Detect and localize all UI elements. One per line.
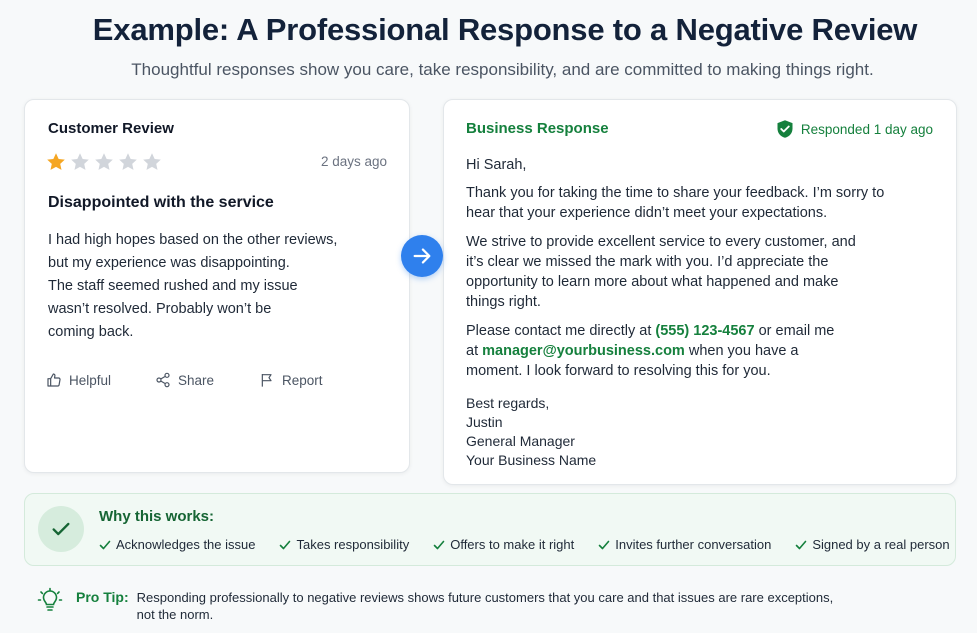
star-icon [143,153,161,170]
responded-status: Responded 1 day ago [800,121,933,137]
why-item: Invites further conversation [598,537,771,552]
phone-link[interactable]: (555) 123-4567 [655,323,754,339]
star-icon [119,153,137,170]
why-this-works-panel: Why this works: Acknowledges the issue T… [24,493,956,566]
star-rating [45,151,163,173]
page-title: Example: A Professional Response to a Ne… [92,12,918,47]
page-subtitle: Thoughtful responses show you care, take… [131,60,874,79]
flag-icon [261,374,272,387]
why-item-label: Takes responsibility [296,537,410,552]
review-title: Disappointed with the service [48,194,274,211]
signoff-text: Best regards, [466,395,550,411]
response-greeting: Hi Sarah, [466,157,527,173]
why-item: Offers to make it right [433,537,574,552]
check-icon [99,540,111,549]
response-paragraph-1: Thank you for taking the time to share y… [466,185,885,221]
why-item: Acknowledges the issue [99,537,255,552]
report-label: Report [282,372,323,388]
response-contact: Please contact me directly at (555) 123-… [466,321,836,381]
response-paragraph-2: We strive to provide excellent service t… [466,234,856,310]
lightbulb-icon [37,587,63,611]
arrow-right-button[interactable] [401,235,443,277]
business-name: Your Business Name [466,452,597,468]
business-response-card: Business Response Responded 1 day ago Hi… [443,99,957,485]
why-item-label: Invites further conversation [615,537,772,552]
report-button[interactable]: Report [259,372,323,388]
why-item: Takes responsibility [279,537,409,552]
customer-review-card: Customer Review 2 days ago Disappointed … [24,99,410,473]
protip-text: Responding professionally to negative re… [136,590,834,622]
review-timestamp: 2 days ago [320,154,387,169]
check-icon [796,540,807,549]
why-item-label: Acknowledges the issue [116,537,256,552]
protip-label: Pro Tip: [76,589,129,605]
why-items: Acknowledges the issue Takes responsibil… [99,537,950,552]
helpful-label: Helpful [69,372,112,388]
why-item-label: Offers to make it right [450,537,575,552]
star-icon [47,153,65,170]
star-icon [95,153,113,170]
check-icon [280,540,291,549]
signer-role: General Manager [466,433,575,449]
share-button[interactable]: Share [155,372,259,388]
response-card-label: Business Response [466,120,609,137]
star-icon [71,153,89,170]
review-body: I had high hopes based on the other revi… [48,232,338,340]
why-item: Signed by a real person [795,537,950,552]
responded-badge: Responded 1 day ago [775,119,933,139]
check-icon [433,540,445,549]
email-link[interactable]: manager@yourbusiness.com [482,343,685,359]
helpful-button[interactable]: Helpful [46,372,155,388]
share-label: Share [178,372,215,388]
signer-name: Justin [466,414,503,430]
arrow-right-icon [413,248,431,264]
why-title: Why this works: [99,508,215,525]
share-icon [156,372,170,388]
check-circle-icon [38,506,84,552]
review-card-label: Customer Review [48,120,174,137]
contact-text-1: Please contact me directly at [466,323,656,339]
review-actions: Helpful Share Report [46,372,323,388]
thumbs-up-icon [47,373,61,387]
response-signature: Best regards, Justin General Manager You… [466,394,926,470]
pro-tip: Pro Tip: Responding professionally to ne… [37,587,837,623]
shield-check-icon [777,120,793,138]
check-icon [598,540,610,549]
why-item-label: Signed by a real person [812,537,950,552]
